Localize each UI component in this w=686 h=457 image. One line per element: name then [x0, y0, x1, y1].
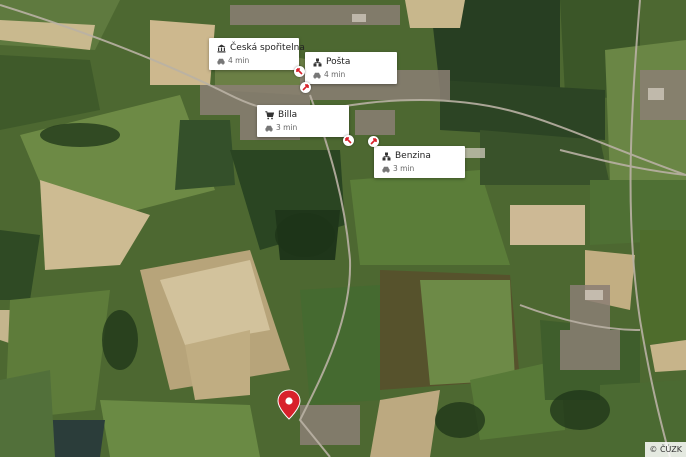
arrow-icon	[296, 68, 303, 75]
poi-travel-time: 4 min	[324, 70, 346, 79]
poi-travel-time: 4 min	[228, 56, 250, 65]
poi-card-billa[interactable]: Billa 3 min	[257, 105, 349, 137]
poi-name: Česká spořitelna	[230, 43, 305, 53]
poi-dot-billa[interactable]	[343, 135, 354, 146]
arrow-icon	[302, 84, 309, 91]
poi-dot-benzina[interactable]	[368, 136, 379, 147]
poi-dot-posta[interactable]	[300, 82, 311, 93]
bank-icon	[217, 44, 226, 53]
car-icon	[382, 165, 390, 173]
post-office-icon	[382, 152, 391, 161]
map-attribution: © ČÚZK	[645, 442, 686, 457]
car-icon	[217, 57, 225, 65]
poi-name: Benzina	[395, 151, 431, 161]
arrow-icon	[370, 138, 377, 145]
arrow-icon	[345, 137, 352, 144]
poi-name: Billa	[278, 110, 298, 120]
poi-card-posta[interactable]: Pošta 4 min	[305, 52, 397, 84]
poi-card-ceska-sporitelna[interactable]: Česká spořitelna 4 min	[209, 38, 305, 70]
poi-dot-ceska-sporitelna[interactable]	[294, 66, 305, 77]
shopping-cart-icon	[265, 110, 274, 120]
car-icon	[265, 124, 273, 132]
poi-name: Pošta	[326, 57, 351, 67]
location-pin-icon[interactable]	[276, 389, 302, 421]
car-icon	[313, 71, 321, 79]
map-view[interactable]: Česká spořitelna 4 min Pošta 4 min Billa…	[0, 0, 686, 457]
poi-travel-time: 3 min	[393, 164, 415, 173]
post-office-icon	[313, 58, 322, 67]
poi-travel-time: 3 min	[276, 123, 298, 132]
poi-card-benzina[interactable]: Benzina 3 min	[374, 146, 465, 178]
